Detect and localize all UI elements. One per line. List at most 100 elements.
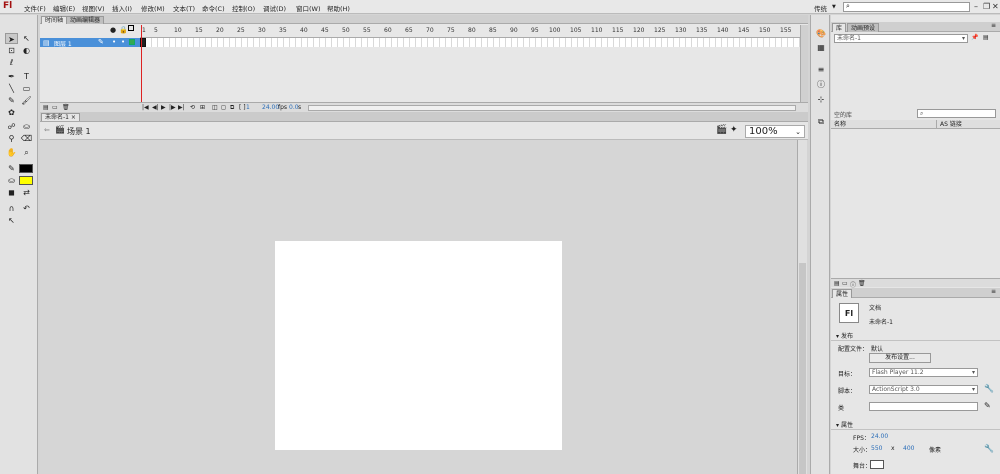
subselection-tool-icon[interactable]: ↖ [20,33,33,44]
menu-text[interactable]: 文本(T) [173,3,195,13]
zoom-tool-icon[interactable]: ⌕ [20,147,33,158]
edit-class-icon[interactable]: ✎ [984,401,991,410]
hand-tool-icon[interactable]: ✋ [5,147,18,158]
script-select[interactable]: ActionScript 3.0 ▾ [869,385,978,394]
swatches-icon[interactable]: ▦ [816,43,826,53]
lasso-tool-icon[interactable]: ℓ [5,57,18,68]
document-tab[interactable]: 未命名-1 × [41,113,80,121]
frame-cells[interactable] [140,38,800,47]
tab-motion-editor[interactable]: 动画编辑器 [66,16,105,24]
scene-name[interactable]: 场景 1 [67,126,91,137]
wrench-icon[interactable]: 🔧 [984,444,994,453]
new-layer-icon[interactable]: ▤ [43,104,49,111]
layer-name[interactable]: 图层 1 [54,39,72,48]
properties-section-header[interactable]: ▾ 属性 [831,421,1000,430]
pin-icon[interactable]: 📌 [971,34,978,41]
info-icon[interactable]: ⓘ [816,80,826,90]
new-library-icon[interactable]: ▤ [983,34,989,41]
panel-menu-icon[interactable]: ≡ [991,22,996,29]
stroke-color-swatch[interactable] [19,164,33,173]
delete-icon[interactable]: 🗑 [858,280,866,287]
back-arrow-icon[interactable]: ⇐ [44,126,50,134]
new-folder-icon[interactable]: ▭ [842,280,848,287]
line-tool-icon[interactable]: ╲ [5,83,18,94]
help-search-input[interactable]: ⌕ [843,2,970,12]
play-icon[interactable]: ▶ [161,104,166,111]
close-tab-icon[interactable]: × [71,114,76,121]
library-search-input[interactable]: ⌕ [917,109,996,118]
frame-ruler[interactable]: 1 5 10 15 20 25 30 35 40 45 50 55 60 65 … [140,25,800,38]
publish-section-header[interactable]: ▾ 发布 [831,332,1000,341]
restore-icon[interactable]: ❐ [983,2,990,11]
visibility-dot-icon[interactable]: • [112,38,116,46]
color-icon[interactable]: 🎨 [816,29,826,39]
next-frame-icon[interactable]: |▶ [169,104,176,111]
panel-menu-icon[interactable]: ≡ [991,288,996,295]
prev-frame-icon[interactable]: ◀| [152,104,159,111]
onion-outline-icon[interactable]: ◻ [221,104,226,111]
menu-view[interactable]: 视图(V) [82,3,105,13]
publish-settings-button[interactable]: 发布设置... [869,353,931,363]
transform-icon[interactable]: ⊹ [816,95,826,105]
black-white-icon[interactable]: ◼ [5,187,18,198]
target-select[interactable]: Flash Player 11.2 ▾ [869,368,978,377]
free-transform-tool-icon[interactable]: ⊡ [5,45,18,56]
menu-help[interactable]: 帮助(H) [327,3,350,13]
close-icon[interactable]: ✕ [992,2,999,11]
eyedropper-tool-icon[interactable]: ⚲ [5,133,18,144]
paint-bucket-tool-icon[interactable]: ⛀ [20,121,33,132]
tab-library[interactable]: 库 [832,23,847,32]
menu-control[interactable]: 控制(O) [232,3,255,13]
text-tool-icon[interactable]: T [20,71,33,82]
stage-color-swatch[interactable] [870,460,884,469]
layer-color-box[interactable] [129,39,135,45]
edit-multiple-icon[interactable]: ⧉ [230,104,234,112]
menu-file[interactable]: 文件(F) [24,3,46,13]
first-frame-icon[interactable]: |◀ [142,104,149,111]
selection-tool-icon[interactable]: ➤ [5,33,18,44]
library-document-select[interactable]: 未命名-1 ▾ [834,34,968,43]
stage[interactable] [275,241,562,450]
edit-scene-icon[interactable]: 🎬 [716,125,727,135]
rectangle-tool-icon[interactable]: ▭ [20,83,33,94]
layer-row[interactable]: ▤ 图层 1 ✎ • • [40,38,140,48]
bone-tool-icon[interactable]: ☍ [5,121,18,132]
loop-icon[interactable]: ⟲ [190,104,195,111]
timeline-vscroll[interactable] [800,25,808,102]
snap-magnet-icon[interactable]: ∩ [5,203,18,214]
current-frame[interactable]: 1 [246,104,250,111]
outline-icon[interactable] [128,25,134,31]
minimize-icon[interactable]: – [974,2,978,11]
menu-window[interactable]: 窗口(W) [296,3,321,13]
align-icon[interactable]: ≡ [816,65,826,75]
tab-timeline[interactable]: 时间轴 [41,16,68,24]
menu-debug[interactable]: 调试(D) [263,3,286,13]
eye-icon[interactable]: ● [110,26,116,34]
smooth-icon[interactable]: ↶ [20,203,33,214]
menu-modify[interactable]: 修改(M) [141,3,165,13]
last-frame-icon[interactable]: ▶| [178,104,185,111]
zoom-dropdown[interactable]: 100% ⌄ [745,125,805,138]
3d-rotation-tool-icon[interactable]: ◐ [20,45,33,56]
straighten-icon[interactable]: ↖ [5,215,18,226]
timeline-hscroll[interactable] [308,105,796,111]
col-name[interactable]: 名称 [831,120,936,129]
lock-dot-icon[interactable]: • [121,38,125,46]
swap-colors-icon[interactable]: ⇄ [20,187,33,198]
pencil-tool-icon[interactable]: ✎ [5,95,18,106]
menu-edit[interactable]: 编辑(E) [53,3,75,13]
new-symbol-icon[interactable]: ▤ [834,280,840,287]
delete-layer-icon[interactable]: 🗑 [62,104,70,111]
workspace-switcher[interactable]: 传统 [814,3,827,13]
scroll-thumb[interactable] [799,263,806,474]
components-icon[interactable]: ⧉ [816,117,826,127]
width-value[interactable]: 550 [871,445,882,452]
chevron-down-icon[interactable]: ▼ [832,4,836,10]
class-input[interactable] [869,402,978,411]
deco-tool-icon[interactable]: ✿ [5,107,18,118]
fps-value[interactable]: 24.00 [871,433,888,440]
brush-tool-icon[interactable]: 🖌 [20,95,33,106]
lock-icon[interactable]: 🔒 [119,26,128,34]
stage-vscroll[interactable] [797,140,807,474]
edit-symbols-icon[interactable]: ✦ [730,125,738,135]
